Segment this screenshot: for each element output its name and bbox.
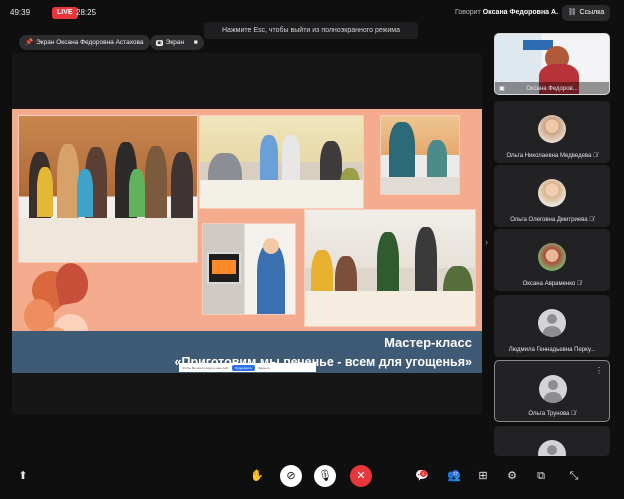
photo-teacher-child (380, 115, 460, 195)
camera-icon: ■ (193, 39, 198, 46)
more-options-icon[interactable]: ⋮ (595, 366, 603, 375)
participant-avatar (538, 179, 566, 207)
participant-avatar (538, 309, 566, 337)
collapse-sidebar-icon[interactable]: › (485, 237, 488, 247)
grid-icon: ⊞ (478, 470, 488, 482)
camera-toggle-button[interactable]: ⊘ (280, 465, 302, 487)
link-icon: ⛓ (567, 9, 577, 16)
photo-workshop-table (304, 209, 476, 327)
participant-tile[interactable] (494, 426, 610, 456)
screen-icon: ▣ (156, 40, 163, 46)
share-link-label: Ссылка (579, 9, 605, 16)
participant-tile[interactable]: ⋮ Ольга Трунова 🎙̸ (494, 360, 610, 422)
photo-oven-boy (202, 223, 296, 315)
grid-view-button[interactable]: ⊞ (472, 465, 494, 487)
participant-name: Оксана Федоров... (526, 86, 578, 92)
participant-tile[interactable]: Ольга Николаевна Медведева 🎙̸ (494, 101, 610, 163)
share-screen-button[interactable]: ⬆ (12, 465, 34, 487)
participant-name: Ольга Николаевна Медведева 🎙̸ (506, 153, 598, 159)
share-link-button[interactable]: ⛓ Ссылка (562, 5, 610, 21)
leave-call-button[interactable]: ✕ (350, 465, 372, 487)
active-speaker-prefix: Говорит (455, 9, 481, 16)
clock: 49:39 (10, 8, 31, 17)
share-screen-icon: ⬆ (18, 470, 28, 482)
participant-tile[interactable]: Людмила Геннадьевна Перку... (494, 295, 610, 357)
cookie-banner: Чтобы Вы могли видеть наш сайт Продолжит… (179, 363, 316, 372)
mic-off-icon: 🎙̸ (593, 153, 598, 159)
presenter-pill-label: Экран Оксана Федоровна Астахова (36, 39, 144, 46)
camera-off-icon: ⊘ (286, 470, 296, 482)
participant-name: Людмила Геннадьевна Перку... (508, 347, 596, 353)
settings-button[interactable]: ⚙ (501, 465, 523, 487)
cookie-continue-button[interactable]: Продолжить (231, 364, 256, 371)
presenter-pill[interactable]: 📌 Экран Оксана Федоровна Астахова (19, 35, 150, 50)
slide-title: Мастер-класс (384, 335, 472, 350)
raise-hand-button[interactable]: ✋ (246, 465, 268, 487)
collapse-icon: ⤡ (569, 470, 579, 482)
close-icon: ✕ (356, 470, 366, 482)
cookie-banner-text: Чтобы Вы могли видеть наш сайт (182, 365, 229, 370)
screen-pill[interactable]: ▣ Экран ■ (150, 35, 204, 50)
live-badge: LIVE (52, 7, 78, 19)
cookie-close-button[interactable]: Закрыть (258, 366, 270, 370)
gear-icon: ⚙ (507, 470, 517, 482)
pip-button[interactable]: ⧉ (530, 465, 552, 487)
elapsed-time: 28:25 (76, 8, 97, 17)
hand-icon: ✋ (250, 470, 264, 482)
petal-decoration (52, 260, 92, 306)
chat-badge: 1 (420, 470, 427, 477)
mic-off-icon: 🎙 (318, 470, 332, 482)
participant-avatar (539, 375, 567, 403)
mic-off-icon: 🎙̸ (589, 217, 594, 223)
active-speaker-name: Оксана Федоровна А. (482, 9, 559, 16)
participant-name: Оксана Авраменко 🎙̸ (522, 281, 582, 287)
active-speaker: Говорит Оксана Федоровна А. (455, 9, 558, 16)
pip-icon: ⧉ (537, 470, 545, 482)
participants-badge: 17 (452, 470, 459, 477)
mic-off-icon: 🎙̸ (576, 281, 582, 287)
participant-avatar (538, 243, 566, 271)
participant-tile[interactable]: Ольга Олеговна Дмитриева 🎙̸ (494, 165, 610, 227)
participant-tile[interactable]: Оксана Авраменко 🎙̸ (494, 229, 610, 291)
participant-avatar (538, 115, 566, 143)
participant-avatar (538, 440, 566, 456)
pin-icon: 📌 (25, 39, 34, 46)
screen-pill-label: Экран (165, 39, 185, 46)
fullscreen-exit-hint: Нажмите Esc, чтобы выйти из полноэкранно… (204, 22, 418, 39)
mic-off-icon: 🎙̸ (571, 411, 576, 417)
participant-name: Ольга Трунова 🎙̸ (528, 411, 576, 417)
photo-kitchen-table (199, 115, 364, 209)
participant-tile[interactable]: ▣ Оксана Федоров... (494, 33, 610, 95)
participant-name: Ольга Олеговна Дмитриева 🎙̸ (510, 217, 594, 223)
photo-children-group (18, 115, 198, 263)
mic-toggle-button[interactable]: 🎙 (314, 465, 336, 487)
exit-fullscreen-button[interactable]: ⤡ (563, 465, 585, 487)
